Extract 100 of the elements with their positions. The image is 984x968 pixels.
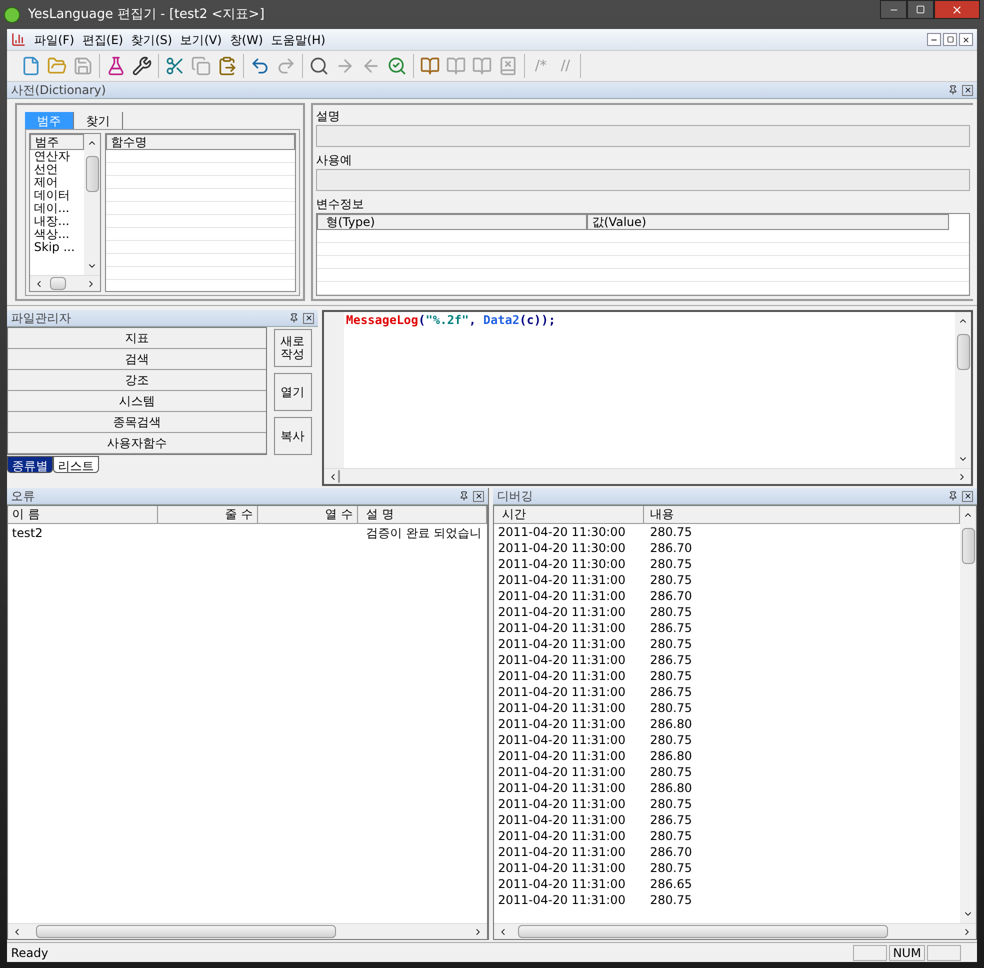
field-label: 사용예 <box>316 152 353 169</box>
panel-title: 디버깅 <box>497 488 534 505</box>
column-header[interactable]: 시간 <box>494 506 644 524</box>
table-cell-text: 280.75 <box>649 892 692 909</box>
category-item[interactable]: 색상... <box>30 228 84 241</box>
book-icon[interactable] <box>420 56 440 76</box>
category-item[interactable]: 선언 <box>30 163 84 176</box>
table-cell-text: 2011-04-20 11:31:00 <box>497 764 626 781</box>
panel-title: 사전(Dictionary) <box>11 82 107 99</box>
table-cell-text: 286.70 <box>649 540 692 557</box>
table-cell-text: 2011-04-20 11:31:00 <box>497 860 626 877</box>
scroll-thumb[interactable] <box>518 925 888 938</box>
flask-icon[interactable] <box>106 56 126 76</box>
action-button[interactable]: 복사 <box>274 417 312 455</box>
category-item[interactable]: 데이터 <box>30 189 84 202</box>
scroll-thumb[interactable] <box>338 470 340 483</box>
column-header[interactable]: 값(Value) <box>587 214 949 230</box>
horizontal-scrollbar[interactable] <box>8 923 487 939</box>
undo-icon[interactable] <box>250 56 270 76</box>
menu-item[interactable]: 편집(E) <box>82 30 124 48</box>
column-header[interactable]: 내용 <box>644 506 960 524</box>
vertical-scrollbar[interactable] <box>960 506 976 923</box>
close-button[interactable] <box>934 0 980 19</box>
maximize-button[interactable] <box>907 0 934 19</box>
action-button[interactable]: 열기 <box>274 373 312 411</box>
search-check-icon[interactable] <box>387 56 407 76</box>
menu-item[interactable]: 보기(V) <box>180 30 222 48</box>
scroll-thumb[interactable] <box>36 925 336 938</box>
restore-icon[interactable] <box>946 36 954 43</box>
close-icon[interactable] <box>962 36 970 44</box>
table-cell-text: 280.75 <box>649 860 692 877</box>
table-cell-text: 2011-04-20 11:31:00 <box>497 620 626 637</box>
column-header[interactable]: 이 름 <box>8 506 158 524</box>
pin-icon[interactable] <box>948 491 958 501</box>
table-cell-text: 2011-04-20 11:31:00 <box>497 780 626 797</box>
horizontal-scrollbar[interactable] <box>324 468 971 484</box>
table-cell-text: 2011-04-20 11:31:00 <box>497 892 626 909</box>
category-item[interactable]: Skip ... <box>30 241 84 254</box>
pin-icon[interactable] <box>948 85 958 95</box>
column-header[interactable]: 함수명 <box>106 134 295 150</box>
tab[interactable]: 리스트 <box>53 456 99 473</box>
code-editor[interactable]: MessageLog("%.2f", Data2(c)); <box>322 310 973 486</box>
vertical-scrollbar[interactable] <box>84 134 100 275</box>
table-cell-text: test2 <box>11 524 44 542</box>
column-header[interactable]: 설 명 <box>358 506 487 524</box>
pin-icon[interactable] <box>459 491 469 501</box>
scroll-thumb[interactable] <box>86 156 98 192</box>
menu-item[interactable]: 도움말(H) <box>271 30 326 48</box>
column-header[interactable]: 형(Type) <box>317 214 587 230</box>
vertical-scrollbar[interactable] <box>955 312 971 468</box>
table-cell-text: 2011-04-20 11:31:00 <box>497 748 626 765</box>
new-file-icon[interactable] <box>21 56 41 76</box>
menu-item[interactable]: 찾기(S) <box>131 30 172 48</box>
maximize-icon[interactable] <box>916 5 925 14</box>
close-icon[interactable] <box>959 33 973 46</box>
table-cell-text: 2011-04-20 11:31:00 <box>497 796 626 813</box>
num-lock-indicator: NUM <box>889 944 925 960</box>
search-icon[interactable] <box>309 56 329 76</box>
table-cell-text: 2011-04-20 11:31:00 <box>497 684 626 701</box>
table-cell-text: 286.80 <box>649 780 692 797</box>
table-cell-text: 280.75 <box>649 572 692 589</box>
category-item[interactable]: 연산자 <box>30 150 84 163</box>
panel-title: 오류 <box>11 488 36 505</box>
horizontal-scrollbar[interactable] <box>30 275 100 291</box>
tools-icon[interactable] <box>132 56 152 76</box>
table-cell-text: 검증이 완료 되었습니 <box>365 524 483 542</box>
horizontal-scrollbar[interactable] <box>494 923 976 939</box>
column-header[interactable]: 줄 수 <box>158 506 258 524</box>
scroll-thumb[interactable] <box>956 334 970 370</box>
table-cell-text: 280.75 <box>649 732 692 749</box>
column-header[interactable]: 열 수 <box>258 506 358 524</box>
paste-icon[interactable] <box>217 56 237 76</box>
pin-icon[interactable] <box>289 313 299 323</box>
table-cell-text: 2011-04-20 11:31:00 <box>497 812 626 829</box>
table-cell-text: 280.75 <box>649 636 692 653</box>
restore-icon[interactable] <box>943 33 957 46</box>
column-header[interactable]: 범주 <box>30 134 84 150</box>
scroll-thumb[interactable] <box>962 528 974 564</box>
window-title: YesLanguage 편집기 - [test2 <지표>] <box>28 6 266 24</box>
cut-icon[interactable] <box>165 56 185 76</box>
category-item[interactable]: 내장... <box>30 215 84 228</box>
menu-item[interactable]: 파일(F) <box>34 30 74 48</box>
scroll-thumb[interactable] <box>50 277 66 290</box>
table-cell-text: 2011-04-20 11:31:00 <box>497 844 626 861</box>
table-cell-text: 2011-04-20 11:31:00 <box>497 636 626 653</box>
table-cell-text: 2011-04-20 11:31:00 <box>497 652 626 669</box>
status-message: Ready <box>11 944 50 962</box>
table-cell-text: 280.75 <box>649 524 692 541</box>
category-item[interactable]: 제어 <box>30 176 84 189</box>
minimize-icon[interactable] <box>927 33 941 46</box>
table-cell-text: 2011-04-20 11:30:00 <box>497 524 626 541</box>
tab[interactable]: 종류별 <box>7 456 53 473</box>
table-cell-text: 280.75 <box>649 796 692 813</box>
menu-item[interactable]: 창(W) <box>230 30 264 48</box>
table-cell-text: 2011-04-20 11:31:00 <box>497 604 626 621</box>
table-cell-text: 286.75 <box>649 684 692 701</box>
action-button[interactable]: 새로 작성 <box>274 329 312 367</box>
category-item[interactable]: 데이... <box>30 202 84 215</box>
app-logo-icon <box>4 6 20 22</box>
table-cell-text: 286.70 <box>649 844 692 861</box>
